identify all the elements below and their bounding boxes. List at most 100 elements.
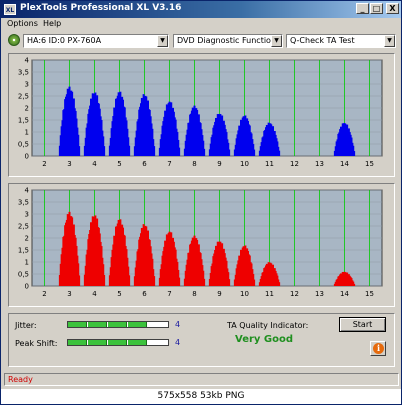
- peak-shift-value: 4: [175, 338, 181, 347]
- bar: [228, 149, 231, 156]
- meter-segment: [68, 340, 87, 345]
- meter-segment: [68, 322, 87, 327]
- x-tick-label: 4: [92, 160, 97, 168]
- menu-options[interactable]: Options: [7, 19, 38, 28]
- y-tick-label: 4: [25, 57, 30, 65]
- close-button[interactable]: X: [386, 3, 399, 14]
- x-tick-label: 6: [142, 290, 147, 298]
- info-icon: i: [373, 343, 384, 354]
- bar: [78, 146, 81, 156]
- ta-quality-label: TA Quality Indicator:: [227, 321, 309, 330]
- x-tick-label: 5: [117, 290, 121, 298]
- maximize-button[interactable]: □: [370, 3, 383, 14]
- window-title: PlexTools Professional XL V3.16: [20, 3, 182, 13]
- x-tick-label: 2: [42, 290, 46, 298]
- y-tick-label: 4: [25, 187, 30, 195]
- drive-select[interactable]: HA:6 ID:0 PX-760A ▼: [23, 34, 169, 48]
- y-tick-label: 2,5: [18, 223, 29, 231]
- bar: [353, 283, 356, 286]
- app-icon: XL: [4, 4, 16, 15]
- y-tick-label: 1,5: [18, 247, 29, 255]
- peak-shift-label: Peak Shift:: [15, 339, 58, 348]
- x-tick-label: 3: [67, 160, 71, 168]
- bar: [228, 279, 231, 286]
- meter-segment: [128, 340, 147, 345]
- status-text: Ready: [8, 375, 33, 384]
- y-tick-label: 0,5: [18, 271, 29, 279]
- bar: [353, 151, 356, 156]
- start-button[interactable]: Start: [339, 317, 386, 332]
- bar: [153, 276, 156, 286]
- y-tick-label: 3: [25, 211, 29, 219]
- bar: [128, 275, 131, 286]
- x-tick-label: 12: [290, 290, 299, 298]
- x-tick-label: 10: [240, 290, 249, 298]
- y-tick-label: 0: [25, 153, 29, 161]
- function-select[interactable]: DVD Diagnostic Functions ▼: [173, 34, 283, 48]
- meter-segment: [88, 340, 107, 345]
- bar: [153, 146, 156, 156]
- x-tick-label: 2: [42, 160, 46, 168]
- x-tick-label: 13: [315, 290, 324, 298]
- x-tick-label: 6: [142, 160, 147, 168]
- x-tick-label: 5: [117, 160, 121, 168]
- test-select-value: Q-Check TA Test: [290, 36, 355, 45]
- application-window: XL PlexTools Professional XL V3.16 _ □ X…: [0, 0, 402, 405]
- jitter-meter: [67, 321, 169, 328]
- y-tick-label: 2: [25, 235, 29, 243]
- x-tick-label: 8: [192, 290, 196, 298]
- chart-panel-bottom: 0 0,5 1 1,5 2 2,5 3 3,5 4 2 3 4 5 6 7 8 9 10 11 12 13 14 15: [8, 183, 395, 307]
- menu-bar: Options Help: [1, 18, 401, 31]
- bar: [253, 149, 256, 156]
- y-tick-label: 3,5: [18, 69, 29, 77]
- bar: [278, 150, 281, 156]
- bar: [253, 279, 256, 286]
- bar: [78, 275, 81, 286]
- bar: [203, 278, 206, 286]
- title-bar[interactable]: XL PlexTools Professional XL V3.16 _ □ X: [1, 1, 401, 18]
- y-tick-label: 2: [25, 105, 29, 113]
- x-tick-label: 10: [240, 160, 249, 168]
- x-tick-label: 11: [265, 290, 274, 298]
- meter-segment: [108, 340, 127, 345]
- x-tick-label: 7: [167, 290, 171, 298]
- y-tick-label: 2,5: [18, 93, 29, 101]
- bar: [128, 145, 131, 156]
- ta-quality-value: Very Good: [235, 334, 294, 345]
- minimize-button[interactable]: _: [356, 3, 369, 14]
- bar: [178, 147, 181, 156]
- test-select[interactable]: Q-Check TA Test ▼: [286, 34, 396, 48]
- drive-select-value: HA:6 ID:0 PX-760A: [27, 36, 102, 45]
- bar: [178, 277, 181, 286]
- bar: [103, 275, 106, 286]
- y-tick-label: 1: [25, 259, 29, 267]
- jitter-value: 4: [175, 320, 181, 329]
- bar: [103, 146, 106, 156]
- x-tick-label: 9: [217, 290, 221, 298]
- x-tick-label: 12: [290, 160, 299, 168]
- jitter-label: Jitter:: [15, 321, 37, 330]
- chart-top: 0 0,5 1 1,5 2 2,5 3 3,5 4 2 3 4 5 6 7 8 9 10 11 12 13 14 15: [18, 57, 383, 168]
- x-tick-label: 15: [365, 290, 374, 298]
- meter-segment: [108, 322, 127, 327]
- x-tick-label: 8: [192, 160, 196, 168]
- chevron-down-icon[interactable]: ▼: [384, 35, 395, 47]
- peak-shift-meter: [67, 339, 169, 346]
- y-tick-label: 0,5: [18, 141, 29, 149]
- chevron-down-icon[interactable]: ▼: [271, 35, 282, 47]
- menu-help[interactable]: Help: [43, 19, 61, 28]
- y-tick-label: 3,5: [18, 199, 29, 207]
- status-bar: Ready: [4, 373, 399, 386]
- disc-drive-icon: [8, 34, 20, 46]
- bar: [278, 282, 281, 286]
- y-tick-label: 3: [25, 81, 29, 89]
- y-tick-label: 1: [25, 129, 29, 137]
- x-tick-label: 13: [315, 160, 324, 168]
- meter-segment: [128, 322, 147, 327]
- chevron-down-icon[interactable]: ▼: [157, 35, 168, 47]
- x-tick-label: 15: [365, 160, 374, 168]
- function-select-value: DVD Diagnostic Functions: [177, 36, 281, 45]
- x-tick-label: 14: [340, 290, 349, 298]
- info-button[interactable]: i: [370, 341, 386, 356]
- x-tick-label: 11: [265, 160, 274, 168]
